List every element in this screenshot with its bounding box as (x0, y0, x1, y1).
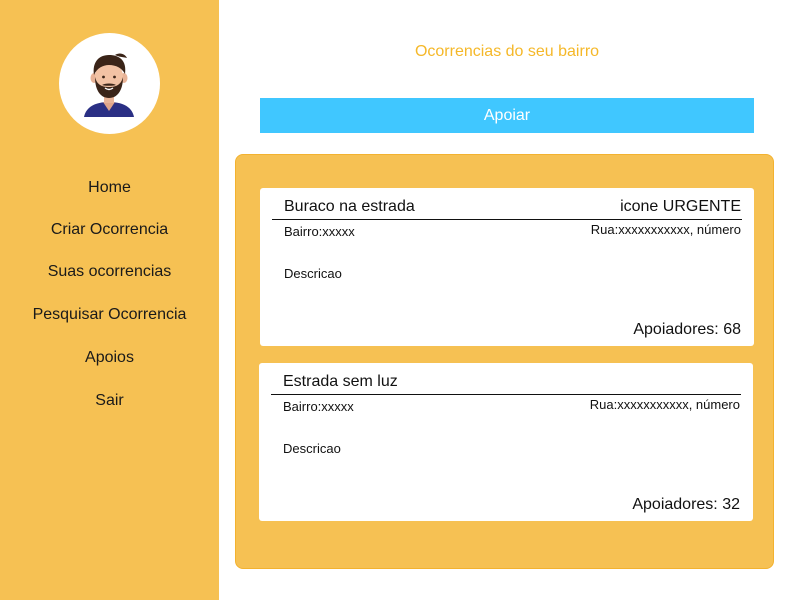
occurrence-rua: Rua:xxxxxxxxxxx, número (590, 222, 741, 237)
occurrence-card[interactable]: Estrada sem luz Bairro:xxxxx Rua:xxxxxxx… (259, 363, 753, 521)
occurrence-card[interactable]: Buraco na estrada icone URGENTE Bairro:x… (260, 188, 754, 346)
sidebar-item-pesquisar-ocorrencia[interactable]: Pesquisar Ocorrencia (0, 305, 219, 325)
occurrence-title: Buraco na estrada (284, 198, 415, 215)
occurrence-bairro: Bairro:xxxxx (283, 399, 354, 414)
card-divider (271, 394, 741, 395)
occurrence-title: Estrada sem luz (283, 373, 398, 390)
sidebar: Home Criar Ocorrencia Suas ocorrencias P… (0, 0, 219, 600)
occurrence-apoiadores: Apoiadores: 68 (633, 321, 741, 338)
occurrence-descricao: Descricao (283, 441, 341, 456)
urgent-badge: icone URGENTE (620, 198, 741, 215)
sidebar-item-home[interactable]: Home (0, 178, 219, 198)
sidebar-item-criar-ocorrencia[interactable]: Criar Ocorrencia (0, 220, 219, 240)
occurrence-apoiadores: Apoiadores: 32 (632, 496, 740, 513)
sidebar-item-sair[interactable]: Sair (0, 391, 219, 411)
card-divider (272, 219, 742, 220)
user-avatar-icon (84, 53, 134, 117)
avatar[interactable] (59, 33, 160, 134)
sidebar-item-apoios[interactable]: Apoios (0, 348, 219, 368)
occurrence-bairro: Bairro:xxxxx (284, 224, 355, 239)
occurrences-panel: Buraco na estrada icone URGENTE Bairro:x… (235, 154, 774, 569)
page-title: Ocorrencias do seu bairro (414, 43, 600, 60)
apoiar-button[interactable]: Apoiar (260, 98, 754, 133)
sidebar-item-suas-ocorrencias[interactable]: Suas ocorrencias (0, 262, 219, 282)
occurrence-descricao: Descricao (284, 266, 342, 281)
occurrence-rua: Rua:xxxxxxxxxxx, número (589, 397, 740, 412)
